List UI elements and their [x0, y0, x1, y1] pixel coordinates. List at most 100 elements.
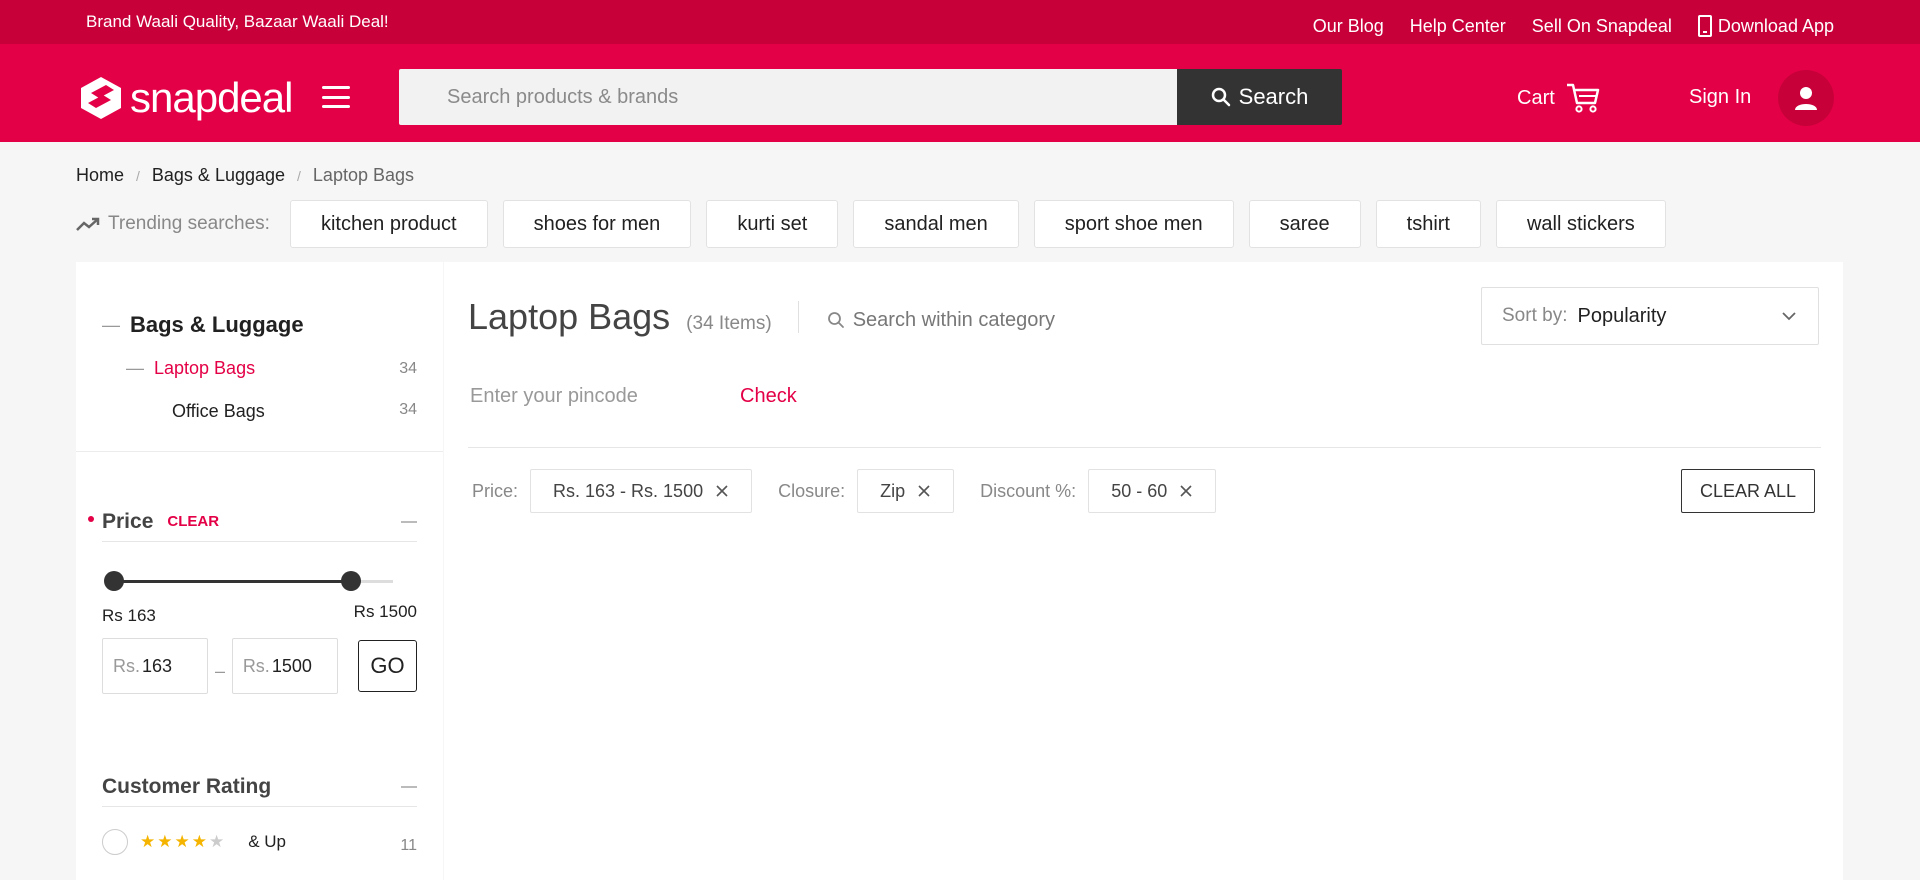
active-filter-dot: [88, 516, 94, 522]
category-heading[interactable]: — Bags & Luggage: [102, 312, 417, 338]
top-links: Our Blog Help Center Sell On Snapdeal Do…: [1313, 15, 1834, 37]
subcategory-count: 34: [399, 359, 417, 377]
filter-chip-price[interactable]: Rs. 163 - Rs. 1500: [530, 469, 753, 513]
price-max-value: 1500: [271, 655, 312, 676]
filter-chip-discount[interactable]: 50 - 60: [1088, 469, 1217, 513]
close-icon[interactable]: [1179, 484, 1193, 498]
sign-in-link[interactable]: Sign In: [1689, 86, 1751, 109]
snapdeal-logo[interactable]: snapdeal: [78, 74, 293, 122]
snapdeal-logo-icon: [81, 77, 121, 119]
rating-filter-title: Customer Rating: [102, 774, 272, 798]
trending-icon: [76, 217, 100, 231]
category-title: Bags & Luggage: [130, 312, 304, 337]
price-inputs: Rs. 163 – Rs. 1500 GO: [102, 638, 417, 694]
trending-chip[interactable]: sandal men: [853, 200, 1019, 248]
cart-label: Cart: [1517, 86, 1555, 109]
price-slider[interactable]: [102, 560, 417, 600]
menu-icon[interactable]: [322, 86, 350, 108]
price-max-input[interactable]: Rs. 1500: [231, 638, 339, 694]
phone-icon: [1697, 15, 1712, 37]
price-slider-track: [104, 571, 393, 591]
search-button-label: Search: [1238, 84, 1309, 109]
trending-chip[interactable]: sport shoe men: [1033, 200, 1234, 248]
subcategory-office-bags[interactable]: Office Bags 34: [172, 401, 417, 422]
trending-searches: Trending searches: kitchen product shoes…: [76, 200, 1666, 248]
trending-chip[interactable]: kurti set: [706, 200, 839, 248]
user-icon: [1795, 87, 1817, 110]
price-range-labels: Rs 163 Rs 1500: [102, 602, 417, 626]
filter-label-discount: Discount %:: [980, 480, 1077, 501]
price-filter-title: Price: [102, 509, 154, 533]
sort-dropdown[interactable]: Sort by: Popularity: [1481, 287, 1819, 345]
main-header: snapdeal Search Cart Sign In: [0, 44, 1920, 142]
our-blog-link[interactable]: Our Blog: [1313, 15, 1384, 37]
rating-radio[interactable]: [102, 829, 128, 855]
subcategory-laptop-bags[interactable]: — Laptop Bags 34: [126, 358, 417, 379]
customer-rating-filter: Customer Rating ★★★★★ & Up 11: [76, 767, 443, 855]
rating-filter-header: Customer Rating: [102, 767, 417, 807]
price-filter-header: Price CLEAR: [88, 502, 417, 542]
price-clear-button[interactable]: CLEAR: [167, 513, 219, 530]
help-center-link[interactable]: Help Center: [1410, 15, 1506, 37]
pincode-input[interactable]: [470, 385, 740, 408]
logo-text: snapdeal: [130, 74, 293, 121]
sort-value: Popularity: [1577, 304, 1667, 327]
collapse-icon[interactable]: [401, 786, 417, 788]
user-avatar[interactable]: [1778, 70, 1834, 126]
trending-label-wrap: Trending searches:: [76, 213, 270, 235]
clear-all-button[interactable]: CLEAR ALL: [1681, 469, 1815, 513]
collapse-icon: —: [102, 314, 120, 335]
listing-title-row: Laptop Bags (34 Items) Search within cat…: [468, 296, 1055, 338]
page-title: Laptop Bags: [468, 296, 671, 337]
trending-chip[interactable]: kitchen product: [289, 200, 488, 248]
rating-and-up-label: & Up: [248, 832, 287, 851]
applied-filters: Price: Rs. 163 - Rs. 1500 Closure: Zip D…: [472, 469, 1242, 513]
breadcrumb-home[interactable]: Home: [76, 165, 124, 186]
pincode-row: Check: [470, 385, 797, 408]
trending-chip[interactable]: shoes for men: [502, 200, 692, 248]
search-within-label: Search within category: [852, 308, 1056, 331]
trending-label: Trending searches:: [108, 213, 270, 234]
trending-chip[interactable]: tshirt: [1375, 200, 1481, 248]
search-button[interactable]: Search: [1177, 69, 1342, 125]
pincode-check-button[interactable]: Check: [740, 385, 797, 408]
filter-value: Zip: [880, 480, 906, 501]
close-icon[interactable]: [917, 484, 931, 498]
rating-option-4-up[interactable]: ★★★★★ & Up 11: [102, 829, 417, 855]
price-min-input[interactable]: Rs. 163: [102, 638, 209, 694]
filter-label-closure: Closure:: [778, 480, 846, 501]
collapse-icon[interactable]: [401, 521, 417, 523]
cart-icon: [1566, 83, 1600, 113]
trending-chip[interactable]: saree: [1248, 200, 1361, 248]
filter-value: Rs. 163 - Rs. 1500: [553, 480, 704, 501]
price-go-button[interactable]: GO: [358, 640, 417, 692]
download-app-link[interactable]: Download App: [1697, 15, 1834, 37]
price-slider-min-handle[interactable]: [104, 571, 124, 591]
search-icon: [1211, 87, 1230, 107]
divider: [797, 301, 799, 333]
category-tree: — Bags & Luggage — Laptop Bags 34 Office…: [76, 262, 443, 452]
sell-on-snapdeal-link[interactable]: Sell On Snapdeal: [1532, 15, 1672, 37]
close-icon[interactable]: [715, 484, 729, 498]
price-slider-fill: [114, 580, 352, 583]
trending-chips: kitchen product shoes for men kurti set …: [289, 200, 1666, 248]
divider: [468, 447, 1821, 448]
subcategory-count: 34: [399, 401, 417, 418]
filter-chip-closure[interactable]: Zip: [857, 469, 955, 513]
star-rating-icon: ★★★★★: [140, 832, 227, 851]
price-slider-max-handle[interactable]: [341, 571, 362, 591]
subcategory-name: Office Bags: [172, 401, 265, 421]
currency-prefix: Rs.: [113, 655, 140, 676]
trending-chip[interactable]: wall stickers: [1495, 200, 1666, 248]
breadcrumb-separator: /: [136, 167, 140, 184]
breadcrumb-category[interactable]: Bags & Luggage: [152, 165, 285, 186]
cart-button[interactable]: Cart: [1517, 82, 1601, 114]
currency-prefix: Rs.: [242, 655, 270, 676]
search-within-category[interactable]: Search within category: [827, 309, 1055, 332]
price-min-label: Rs 163: [102, 606, 156, 625]
search-input[interactable]: [399, 69, 1177, 125]
items-count: (34 Items): [686, 313, 772, 334]
download-app-label: Download App: [1717, 15, 1834, 36]
range-separator: –: [215, 660, 226, 681]
collapse-icon: —: [126, 358, 144, 378]
